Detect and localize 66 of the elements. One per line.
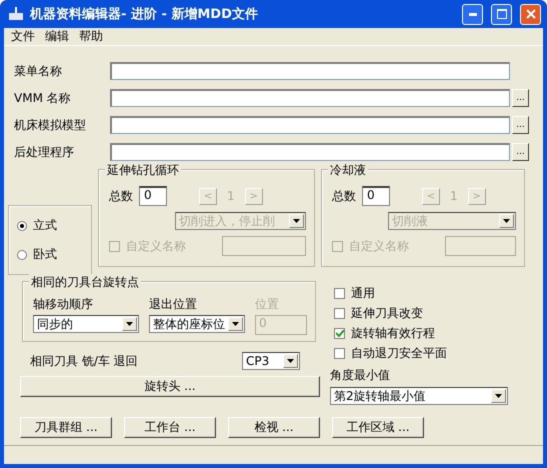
caret-icon (293, 219, 300, 223)
dialog-button[interactable]: 检视 ... (228, 417, 320, 438)
maximize-button[interactable] (491, 4, 512, 24)
checkbox[interactable] (334, 328, 345, 339)
angle-label: 角度最小值 (330, 367, 391, 384)
minimize-button[interactable] (462, 4, 483, 24)
count-label: 总数 (109, 188, 133, 204)
checkbox-label: 自动退刀安全平面 (351, 345, 447, 362)
name-field[interactable] (445, 236, 516, 256)
checkbox[interactable] (334, 308, 345, 319)
browse-button[interactable]: ... (512, 116, 529, 134)
group-title: 相同的刀具台旋转点 (29, 274, 141, 291)
checkbox[interactable] (334, 288, 345, 299)
radio-label: 立式 (33, 217, 57, 234)
caret-icon (495, 394, 502, 398)
caret-icon (232, 322, 239, 326)
caret-icon (126, 322, 133, 326)
field-label: 后处理程序 (14, 144, 75, 160)
browse-button[interactable]: ... (512, 143, 529, 161)
app-icon (8, 7, 24, 21)
column-label: 退出位置 (149, 296, 198, 313)
input-field[interactable] (110, 116, 510, 134)
check-icon (336, 330, 344, 337)
caret-icon (503, 219, 510, 223)
page-number: 1 (226, 189, 236, 203)
menu-item[interactable]: 文件 (6, 28, 40, 45)
checkbox-label: 延伸刀具改变 (351, 305, 423, 322)
dropdown[interactable]: 同步的 (33, 315, 139, 333)
checkbox-label: 自定义名称 (349, 238, 410, 254)
maximize-icon (496, 9, 506, 19)
checkbox-label: 自定义名称 (126, 238, 187, 254)
minimize-icon (468, 12, 476, 16)
dialog-button[interactable]: 工作台 ... (124, 417, 216, 438)
caret-icon (287, 359, 294, 363)
retract-label: 相同刀具 铣/车 退回 (30, 352, 138, 370)
menu-item[interactable]: 编辑 (40, 28, 74, 45)
input-field[interactable] (110, 89, 510, 107)
input-field[interactable] (110, 143, 510, 161)
close-button[interactable] (520, 4, 541, 24)
group-title: 冷却液 (328, 162, 368, 179)
menu-item[interactable]: 帮助 (74, 28, 108, 45)
group-title: 延伸钻孔循环 (105, 162, 181, 179)
radio-button[interactable] (17, 250, 27, 260)
browse-button[interactable]: ... (512, 89, 529, 107)
field-label: 机床模拟模型 (14, 116, 87, 134)
checkbox-label: 通用 (351, 285, 375, 302)
checkbox-label: 旋转轴有效行程 (351, 325, 435, 342)
field-label: VMM 名称 (14, 90, 72, 106)
dialog-button[interactable]: 刀具群组 ... (20, 417, 112, 438)
radio-button[interactable] (17, 220, 27, 230)
window-title: 机器资料编辑器- 进阶 - 新增MDD文件 (30, 6, 259, 23)
column-label: 轴移动顺序 (33, 296, 94, 313)
dropdown[interactable]: CP3 (242, 352, 300, 370)
page-number: 1 (449, 189, 459, 203)
rotary-head-button[interactable]: 旋转头 ... (20, 376, 320, 397)
name-field[interactable] (222, 236, 306, 256)
dropdown[interactable]: 整体的座标位 (149, 315, 245, 333)
dropdown[interactable]: 第2旋转轴最小值 (330, 387, 508, 405)
field-label: 菜单名称 (14, 62, 63, 80)
checkbox[interactable] (334, 348, 345, 359)
count-label: 总数 (332, 188, 356, 204)
radio-label: 卧式 (33, 246, 57, 263)
input-field[interactable] (110, 62, 510, 80)
dialog-button[interactable]: 工作区域 ... (332, 417, 424, 438)
close-icon (526, 9, 536, 19)
column-label: 位置 (255, 296, 280, 313)
